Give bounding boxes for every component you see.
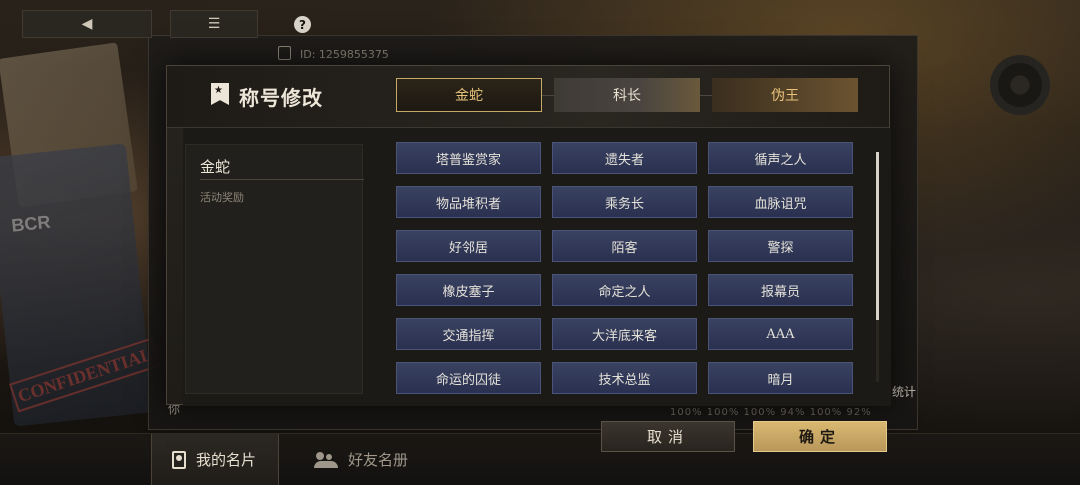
title-option[interactable]: 命运的囚徒 xyxy=(396,362,541,394)
tab-friends-label: 好友名册 xyxy=(348,451,409,469)
background-gear xyxy=(990,55,1050,115)
tab-connector xyxy=(700,95,712,96)
title-option[interactable]: 好邻居 xyxy=(396,230,541,262)
dialog-header: ★ 称号修改 金蛇 科长 伪王 xyxy=(167,66,889,128)
cancel-button[interactable]: 取消 xyxy=(601,421,735,452)
title-option[interactable]: 陌客 xyxy=(552,230,697,262)
scrollbar-thumb[interactable] xyxy=(876,152,879,320)
star-icon: ★ xyxy=(214,85,223,96)
title-option[interactable]: 橡皮塞子 xyxy=(396,274,541,306)
tab-friends[interactable]: 好友名册 xyxy=(296,434,436,485)
title-option[interactable]: 报幕员 xyxy=(708,274,853,306)
tab-slot-3[interactable]: 伪王 xyxy=(712,78,858,112)
document-icon xyxy=(278,46,291,60)
tab-slot-3-label: 伪王 xyxy=(771,88,799,104)
tab-my-card[interactable]: 我的名片 xyxy=(151,434,279,485)
title-option[interactable]: 物品堆积者 xyxy=(396,186,541,218)
confirm-button[interactable]: 确定 xyxy=(753,421,887,452)
back-button[interactable]: ◀ xyxy=(22,10,152,38)
tab-connector xyxy=(542,95,554,96)
tab-slot-2[interactable]: 科长 xyxy=(554,78,700,112)
title-edit-dialog: ★ 称号修改 金蛇 科长 伪王 金蛇 活动奖励 塔普鉴赏家 遗失者 循声之人 物… xyxy=(166,65,891,406)
title-option[interactable]: 命定之人 xyxy=(552,274,697,306)
menu-button[interactable]: ☰ xyxy=(170,10,258,38)
tab-slot-1-label: 金蛇 xyxy=(455,88,483,104)
help-icon[interactable]: ? xyxy=(294,16,311,33)
profile-id: ID: 1259855375 xyxy=(300,48,389,61)
title-option[interactable]: 暗月 xyxy=(708,362,853,394)
title-option[interactable]: AAA xyxy=(708,318,853,350)
title-option[interactable]: 交通指挥 xyxy=(396,318,541,350)
menu-icon: ☰ xyxy=(207,16,221,32)
title-detail-panel xyxy=(185,144,363,394)
stats-values: 100% 100% 100% 94% 100% 92% xyxy=(670,407,872,418)
title-option[interactable]: 循声之人 xyxy=(708,142,853,174)
title-option[interactable]: 血脉诅咒 xyxy=(708,186,853,218)
friends-icon xyxy=(314,451,338,468)
tab-my-card-label: 我的名片 xyxy=(196,451,257,469)
title-grid: 塔普鉴赏家 遗失者 循声之人 物品堆积者 乘务长 血脉诅咒 好邻居 陌客 警探 … xyxy=(396,142,856,394)
title-option[interactable]: 遗失者 xyxy=(552,142,697,174)
title-option[interactable]: 塔普鉴赏家 xyxy=(396,142,541,174)
divider xyxy=(200,179,364,180)
title-option[interactable]: 警探 xyxy=(708,230,853,262)
selected-title-source: 活动奖励 xyxy=(200,191,244,204)
background-badge-text: BCR xyxy=(10,211,52,236)
selected-title-name: 金蛇 xyxy=(200,158,231,176)
tab-slot-1[interactable]: 金蛇 xyxy=(396,78,542,112)
title-option[interactable]: 大洋底来客 xyxy=(552,318,697,350)
title-option[interactable]: 技术总监 xyxy=(552,362,697,394)
back-icon: ◀ xyxy=(81,16,93,32)
dialog-title: 称号修改 xyxy=(239,86,323,110)
tab-slot-2-label: 科长 xyxy=(613,88,641,104)
stats-label: 统计 xyxy=(892,385,917,399)
card-icon xyxy=(172,450,186,469)
title-option[interactable]: 乘务长 xyxy=(552,186,697,218)
